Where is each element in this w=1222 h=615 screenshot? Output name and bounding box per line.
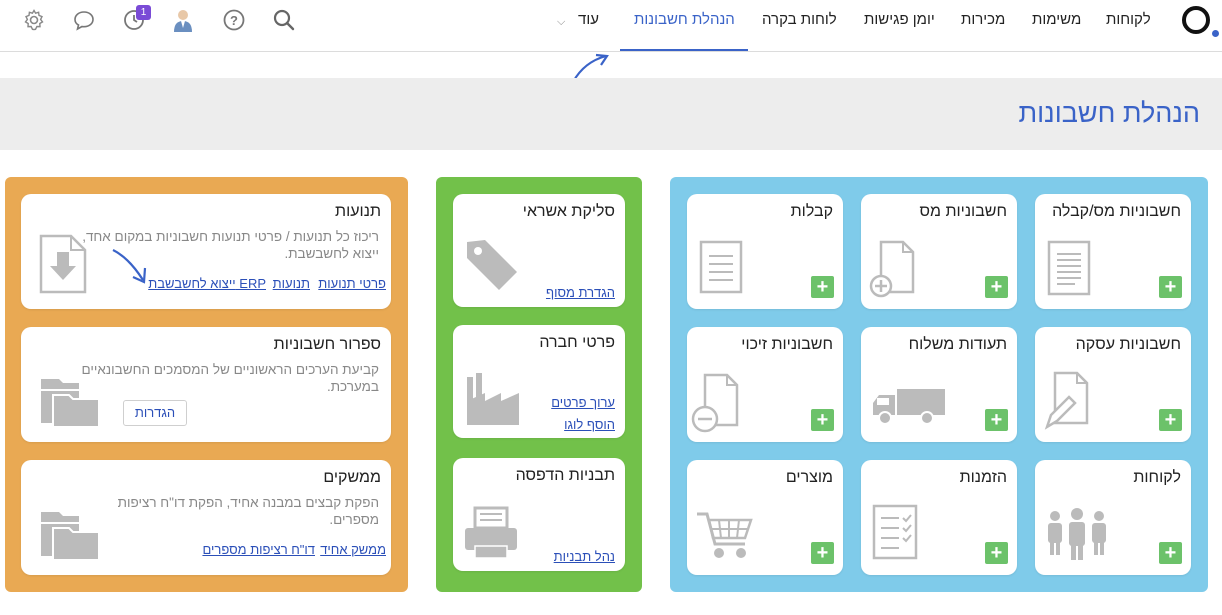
transactions-link[interactable]: תנועות [273,276,310,291]
card-products[interactable]: מוצרים + [687,460,843,575]
page-title: הנהלת חשבונות [1018,98,1200,128]
card-company-details: פרטי חברה ערוך פרטים הוסף לוגו [453,325,625,438]
documents-panel: חשבוניות מס/קבלה + חשבוניות מס + קבלות +… [670,177,1208,592]
card-description: קביעת הערכים הראשוניים של המסמכים החשבונ… [81,362,380,394]
add-button[interactable]: + [985,542,1008,564]
top-nav: לקוחות משימות מכירות יומן פגישות לוחות ב… [0,0,1222,52]
card-title: חשבוניות מס/קבלה [1052,203,1181,220]
gear-icon[interactable] [22,8,46,32]
checklist-icon [872,504,918,560]
pointer-arrow-icon [112,249,147,284]
card-credit-clearing: סליקת אשראי הגדרת מסוף [453,194,625,307]
card-title: חשבוניות עסקה [1075,336,1181,353]
card-orders[interactable]: הזמנות + [861,460,1017,575]
chat-icon[interactable] [72,8,96,32]
nav-sales[interactable]: מכירות [961,0,1005,51]
card-title: סליקת אשראי [522,203,615,220]
card-print-templates: תבניות הדפסה נהל תבניות [453,458,625,571]
user-avatar[interactable] [172,8,194,32]
card-title: קבלות [790,203,833,220]
nav-more[interactable]: עוד [578,0,599,51]
add-button[interactable]: + [1159,542,1182,564]
folder-icon [41,512,100,561]
card-invoice-receipt[interactable]: חשבוניות מס/קבלה + [1035,194,1191,309]
truck-icon [873,389,945,425]
nav-customers[interactable]: לקוחות [1106,0,1151,51]
nav-calendar[interactable]: יומן פגישות [864,0,935,51]
add-button[interactable]: + [811,542,834,564]
title-banner: הנהלת חשבונות [0,78,1222,150]
unified-interface-link[interactable]: ממשק אחיד [320,542,386,557]
add-button[interactable]: + [985,276,1008,298]
settings-panel: סליקת אשראי הגדרת מסוף פרטי חברה ערוך פר… [436,177,642,592]
terminal-setup-link[interactable]: הגדרת מסוף [546,285,615,300]
card-deal-invoice[interactable]: חשבוניות עסקה + [1035,327,1191,442]
accounting-panel: תנועות ריכוז כל תנועות / פרטי תנועות חשב… [5,177,408,592]
logo-dot [1212,30,1219,37]
card-title: לקוחות [1133,469,1181,486]
card-credit-invoice[interactable]: חשבוניות זיכוי + [687,327,843,442]
document-download-icon [39,234,87,294]
card-title: תבניות הדפסה [515,467,615,484]
people-icon [1048,508,1106,560]
logo[interactable] [1182,6,1210,34]
document-add-icon [869,240,915,298]
add-button[interactable]: + [811,409,834,431]
printer-icon [465,506,517,559]
add-button[interactable]: + [1159,409,1182,431]
card-title: תנועות [335,203,381,220]
chevron-down-icon[interactable]: ⌵ [557,16,565,29]
document-edit-icon [1044,371,1089,430]
continuity-report-link[interactable]: דו"ח רציפות מספרים [202,542,315,557]
transaction-details-link[interactable]: פרטי תנועות [318,276,386,291]
nav-tasks[interactable]: משימות [1032,0,1081,51]
add-button[interactable]: + [1159,276,1182,298]
folder-icon [41,379,100,428]
card-title: תעודות משלוח [908,336,1007,353]
nav-accounting[interactable]: הנהלת חשבונות [620,0,748,51]
card-title: פרטי חברה [539,334,615,351]
card-title: חשבוניות מס [919,203,1007,220]
export-erp-link[interactable]: ייצוא לחשבשבת ERP [148,276,266,291]
card-interfaces: ממשקים הפקת קבצים במבנה אחיד, הפקת דו"ח … [21,460,391,575]
shopping-cart-icon [697,512,753,558]
card-invoice-numbering: ספרור חשבוניות קביעת הערכים הראשוניים של… [21,327,391,442]
card-title: מוצרים [785,469,833,486]
search-icon[interactable] [272,8,296,32]
add-button[interactable]: + [811,276,834,298]
card-title: חשבוניות זיכוי [741,336,833,353]
svg-text:?: ? [230,13,238,28]
nav-dashboards[interactable]: לוחות בקרה [762,0,837,51]
factory-icon [467,373,519,425]
add-button[interactable]: + [985,409,1008,431]
card-transactions: תנועות ריכוז כל תנועות / פרטי תנועות חשב… [21,194,391,309]
help-icon[interactable]: ? [222,8,246,32]
card-tax-invoice[interactable]: חשבוניות מס + [861,194,1017,309]
document-lines-icon [1047,240,1091,296]
card-delivery-notes[interactable]: תעודות משלוח + [861,327,1017,442]
settings-button[interactable]: הגדרות [123,400,187,426]
card-description: הפקת קבצים במבנה אחיד, הפקת דו"ח רציפות … [117,495,379,527]
price-tag-icon [467,240,517,290]
card-title: ספרור חשבוניות [273,336,381,353]
edit-details-link[interactable]: ערוך פרטים [551,395,615,410]
receipt-icon [699,240,743,294]
card-receipts[interactable]: קבלות + [687,194,843,309]
manage-templates-link[interactable]: נהל תבניות [554,549,615,564]
card-title: ממשקים [323,469,381,486]
document-remove-icon [691,373,739,433]
notification-badge: 1 [136,5,151,20]
card-customers[interactable]: לקוחות + [1035,460,1191,575]
card-title: הזמנות [959,469,1007,486]
add-logo-link[interactable]: הוסף לוגו [564,417,615,432]
